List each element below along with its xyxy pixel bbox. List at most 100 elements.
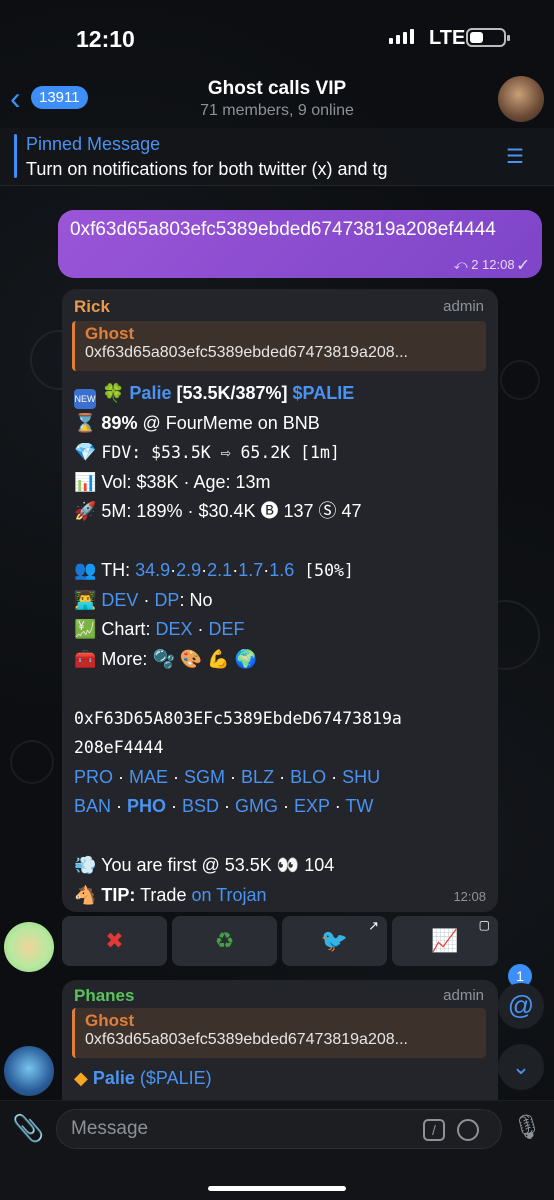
developer-icon: 👨‍💻 [74,589,102,610]
def-link[interactable]: DEF [208,619,244,639]
bot-link[interactable]: MAE [129,767,168,787]
scroll-down-button[interactable]: ⌄ [498,1044,544,1090]
incoming-message-phanes[interactable]: Phanes admin Ghost 0xf63d65a803efc5389eb… [62,980,498,1100]
incoming-message-rick[interactable]: Rick admin Ghost 0xf63d65a803efc5389ebde… [62,289,498,912]
chat-subtitle[interactable]: 71 members, 9 online [0,102,554,120]
globe-icon[interactable]: 🌍 [235,649,257,669]
pinned-message-bar[interactable]: Pinned Message Turn on notifications for… [0,128,554,186]
bird-icon: 🐦 [320,928,349,953]
message-input-bar: 📎 / 🎙 [0,1100,554,1200]
reply-quote[interactable]: Ghost 0xf63d65a803efc5389ebded67473819a2… [72,1008,486,1058]
role-label: admin [443,298,484,315]
bot-link[interactable]: SHU [342,767,380,787]
contract-address-line1[interactable]: 0xF63D65A803EFc5389EbdeD67473819a [74,704,488,734]
commands-icon[interactable]: / [423,1119,445,1141]
bot-link[interactable]: PHO [127,796,166,816]
dev-link[interactable]: DEV [101,590,138,610]
bot-link[interactable]: BAN [74,796,111,816]
inline-button-close[interactable]: ✖ [62,916,167,966]
inline-button-refresh[interactable]: ♻ [172,916,277,966]
pin-list-icon[interactable]: ☰ [506,144,524,169]
chevron-down-icon: ⌄ [511,1054,531,1079]
bubbles-icon[interactable]: 🫧 [152,649,174,669]
reply-name: Ghost [85,1011,135,1030]
inline-button-bird[interactable]: 🐦 ↗ [282,916,387,966]
chart-bar-icon: 📊 [74,471,102,492]
sender-name[interactable]: Rick [74,297,110,317]
inline-button-chart[interactable]: 📈 ▢ [392,916,498,966]
message-field[interactable]: / [56,1109,502,1149]
new-icon: NEW [74,389,96,409]
th-link[interactable]: 2.1 [207,560,232,580]
bot-link[interactable]: BLO [290,767,326,787]
message-input[interactable] [71,1110,391,1148]
clover-icon: 🍀 [102,383,130,403]
th-link[interactable]: 1.7 [238,560,263,580]
reply-quote[interactable]: Ghost 0xf63d65a803efc5389ebded67473819a2… [72,321,486,371]
bot-link[interactable]: PRO [74,767,113,787]
th-link[interactable]: 34.9 [135,560,170,580]
bot-link[interactable]: BSD [182,796,219,816]
muscle-icon[interactable]: 💪 [207,649,229,669]
th-link[interactable]: 1.6 [269,560,294,580]
rocket-icon: 🚀 [74,501,102,521]
mention-button[interactable]: @ [498,983,544,1029]
dex-link[interactable]: DEX [155,619,192,639]
toolbox-icon: 🧰 [74,648,102,669]
th-link[interactable]: 2.9 [176,560,201,580]
trojan-link[interactable]: on Trojan [191,885,266,905]
chat-header: ‹ 13911 Ghost calls VIP 71 members, 9 on… [0,76,554,128]
message-body: NEW 🍀 Palie [53.5K/387%] $PALIE ⌛ 89% @ F… [74,379,488,910]
external-arrow-icon: ↗ [368,918,379,933]
sender-avatar-phanes[interactable] [4,1046,54,1096]
diamond-icon: 💎 [74,442,102,462]
chart-label: Chart: [101,619,156,639]
token-name-link[interactable]: Palie [129,383,171,403]
th-label: TH: [101,560,136,580]
microphone-icon[interactable]: 🎙 [512,1113,542,1142]
people-icon: 👥 [74,560,102,580]
bot-link[interactable]: TW [345,796,373,816]
status-time: 12:10 [76,26,135,52]
home-indicator [208,1186,346,1191]
hourglass-icon: ⌛ [74,412,102,433]
chat-title[interactable]: Ghost calls VIP [0,78,554,100]
bot-link[interactable]: GMG [235,796,278,816]
sender-name[interactable]: Phanes [74,986,134,1006]
status-bar: 12:10 LTE [0,0,554,76]
group-avatar[interactable] [498,76,544,122]
bot-link[interactable]: SGM [184,767,225,787]
ticker-link[interactable]: ($PALIE) [140,1068,212,1088]
outgoing-message[interactable]: 0xf63d65a803efc5389ebded67473819a208ef44… [58,210,542,278]
5m-text: 5M: 189% · $30.4K 🅑 137 Ⓢ 47 [101,501,362,521]
battery-icon [466,28,510,47]
tip-text: Trade [135,884,192,905]
bot-link[interactable]: EXP [294,796,330,816]
horse-icon: 🐴 [74,884,102,905]
token-name-link[interactable]: Palie [93,1068,135,1088]
palette-icon[interactable]: 🎨 [180,649,202,669]
reply-text: 0xf63d65a803efc5389ebded67473819a208... [85,344,408,361]
chart-icon: 📈 [431,928,459,953]
reply-name: Ghost [85,324,135,343]
pinned-title: Pinned Message [26,134,161,154]
tip-label: TIP: [101,884,136,905]
outgoing-text: 0xf63d65a803efc5389ebded67473819a208ef44… [70,219,496,240]
platform-text: @ FourMeme on BNB [137,412,320,433]
message-time: 12:08 [453,889,486,904]
attach-icon[interactable]: 📎 [12,1113,44,1144]
reply-text: 0xf63d65a803efc5389ebded67473819a208... [85,1031,408,1048]
at-icon: @ [507,990,535,1020]
signal-icon [389,29,414,44]
schedule-icon[interactable] [457,1119,479,1141]
dp-link[interactable]: DP [154,590,179,610]
cross-icon: ✖ [105,928,124,953]
token-line: ◆ Palie ($PALIE) [74,1068,212,1089]
sender-avatar-rick[interactable] [4,922,54,972]
bot-link[interactable]: BLZ [241,767,274,787]
ticker-link[interactable]: $PALIE [293,383,355,403]
network-label: LTE [429,27,466,49]
chart-up-icon: 💹 [74,619,102,639]
contract-address-line2[interactable]: 208eF4444 [74,733,488,763]
first-text: You are first @ 53.5K 👀 104 [101,855,335,875]
